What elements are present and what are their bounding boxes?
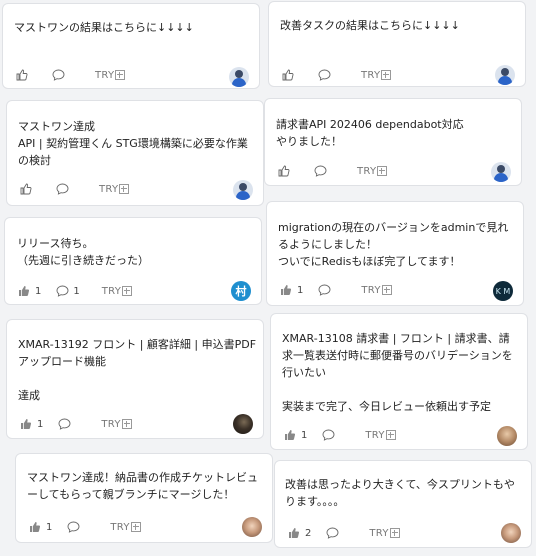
card-text: マストワン達成！納品書の作成チケットレビューしてもらって親ブランチにマージした！	[27, 471, 258, 501]
try-label: TRY	[361, 69, 381, 81]
add-icon	[389, 528, 400, 538]
try-label: TRY	[365, 429, 385, 441]
try-button[interactable]: TRY	[101, 418, 132, 430]
try-button[interactable]: TRY	[357, 165, 388, 177]
sticky-card[interactable]: マストワン達成 API | 契約管理くん STG環境構築に必要な作業の検討 TR…	[6, 100, 264, 206]
sticky-card[interactable]: 請求書API 202406 dependabot対応 やりました！ TRY	[264, 98, 522, 186]
thumbs-up-icon[interactable]	[277, 164, 291, 178]
user-avatar[interactable]	[491, 162, 511, 182]
sticky-card[interactable]: リリース待ち。 （先週に引き続きだった） 1 1 TRY 村	[4, 217, 262, 305]
user-avatar[interactable]	[229, 67, 249, 87]
user-avatar[interactable]	[497, 426, 517, 446]
thumbs-up-icon[interactable]	[19, 417, 33, 431]
sticky-card[interactable]: マストワン達成！納品書の作成チケットレビューしてもらって親ブランチにマージした！…	[15, 453, 273, 543]
like-count: 1	[301, 429, 308, 441]
add-icon	[381, 285, 392, 295]
like-count: 1	[35, 285, 42, 297]
thumbs-up-icon[interactable]	[287, 526, 301, 540]
card-text: migrationの現在のバージョンをadminで見れるようにしました！ ついで…	[278, 221, 509, 268]
user-avatar[interactable]	[233, 414, 253, 434]
try-button[interactable]: TRY	[99, 183, 130, 195]
try-button[interactable]: TRY	[369, 527, 400, 539]
comment-icon[interactable]	[313, 164, 327, 178]
try-button[interactable]: TRY	[110, 521, 141, 533]
sticky-card[interactable]: 改善タスクの結果はこちらに↓↓↓↓ TRY	[268, 1, 526, 87]
comment-count: 1	[73, 285, 80, 297]
try-button[interactable]: TRY	[365, 429, 396, 441]
add-icon	[377, 166, 388, 176]
add-icon	[130, 522, 141, 532]
like-count: 2	[305, 527, 312, 539]
user-avatar[interactable]	[495, 65, 515, 85]
card-text: XMAR-13192 フロント | 顧客詳細 | 申込書PDFアップロード機能 …	[18, 338, 257, 402]
thumbs-up-icon[interactable]	[17, 284, 31, 298]
comment-icon[interactable]	[325, 526, 339, 540]
try-label: TRY	[99, 183, 119, 195]
try-button[interactable]: TRY	[361, 69, 392, 81]
sticky-card[interactable]: XMAR-13108 請求書 | フロント | 請求書、請求一覧表送付時に郵便番…	[270, 313, 528, 450]
comment-icon[interactable]	[55, 284, 69, 298]
add-icon	[385, 430, 396, 440]
comment-icon[interactable]	[55, 182, 69, 196]
try-label: TRY	[110, 521, 130, 533]
comment-icon[interactable]	[66, 520, 80, 534]
add-icon	[119, 184, 130, 194]
try-button[interactable]: TRY	[95, 69, 126, 81]
card-text: リリース待ち。 （先週に引き続きだった）	[17, 237, 149, 267]
thumbs-up-icon[interactable]	[283, 428, 297, 442]
thumbs-up-icon[interactable]	[19, 182, 33, 196]
add-icon	[381, 70, 392, 80]
thumbs-up-icon[interactable]	[28, 520, 42, 534]
like-count: 1	[37, 418, 44, 430]
try-label: TRY	[361, 284, 381, 296]
add-icon	[115, 70, 126, 80]
like-count: 1	[46, 521, 53, 533]
user-avatar[interactable]: K M	[493, 281, 513, 301]
card-text: 改善は思ったより大きくて、今スプリントもやります。。。。	[285, 478, 515, 508]
card-text: 改善タスクの結果はこちらに↓↓↓↓	[280, 19, 460, 32]
sticky-card[interactable]: XMAR-13192 フロント | 顧客詳細 | 申込書PDFアップロード機能 …	[6, 319, 264, 439]
thumbs-up-icon[interactable]	[281, 68, 295, 82]
add-icon	[121, 419, 132, 429]
try-button[interactable]: TRY	[361, 284, 392, 296]
try-label: TRY	[101, 285, 122, 297]
sticky-card[interactable]: migrationの現在のバージョンをadminで見れるようにしました！ ついで…	[266, 201, 524, 306]
try-label: TRY	[369, 527, 389, 539]
user-avatar[interactable]	[233, 180, 253, 200]
thumbs-up-icon[interactable]	[279, 283, 293, 297]
comment-icon[interactable]	[317, 68, 331, 82]
card-text: 請求書API 202406 dependabot対応 やりました！	[276, 118, 464, 148]
comment-icon[interactable]	[317, 283, 331, 297]
comment-icon[interactable]	[51, 68, 65, 82]
comment-icon[interactable]	[57, 417, 71, 431]
card-text: マストワン達成 API | 契約管理くん STG環境構築に必要な作業の検討	[18, 120, 248, 167]
user-avatar[interactable]: 村	[231, 281, 251, 301]
comment-icon[interactable]	[321, 428, 335, 442]
card-text: XMAR-13108 請求書 | フロント | 請求書、請求一覧表送付時に郵便番…	[282, 332, 513, 413]
sticky-card[interactable]: 改善は思ったより大きくて、今スプリントもやります。。。。 2 TRY	[274, 460, 532, 548]
card-text: マストワンの結果はこちらに↓↓↓↓	[14, 21, 194, 34]
user-avatar[interactable]	[242, 517, 262, 537]
try-button[interactable]: TRY	[101, 285, 133, 297]
like-count: 1	[297, 284, 304, 296]
add-icon	[122, 286, 133, 296]
try-label: TRY	[357, 165, 377, 177]
try-label: TRY	[95, 69, 115, 81]
thumbs-up-icon[interactable]	[15, 68, 29, 82]
try-label: TRY	[101, 418, 121, 430]
user-avatar[interactable]	[501, 523, 521, 543]
sticky-card[interactable]: マストワンの結果はこちらに↓↓↓↓ TRY	[2, 3, 260, 89]
